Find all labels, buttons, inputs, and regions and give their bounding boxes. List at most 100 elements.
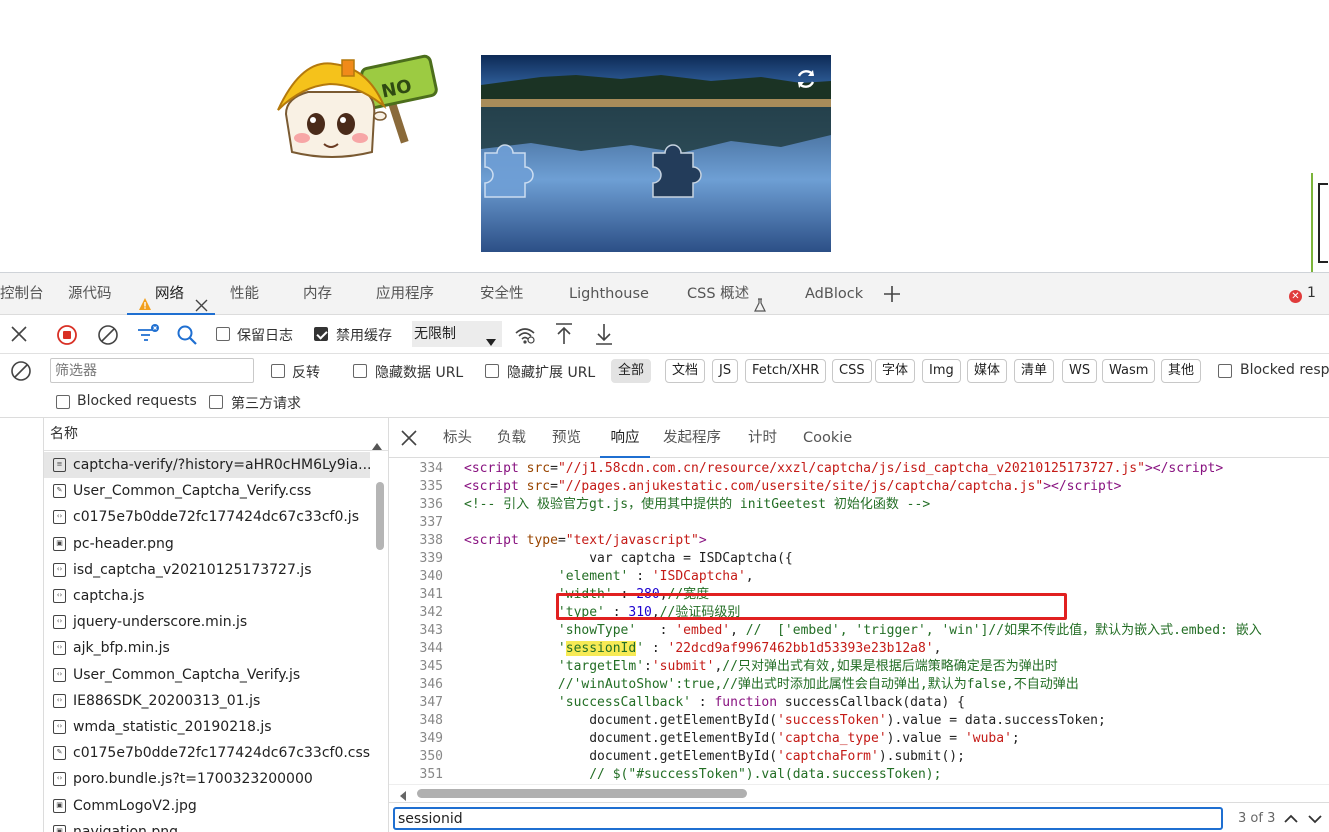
request-row[interactable]: ✎ c0175e7b0dde72fc177424dc67c33cf0.css [44, 740, 370, 766]
error-icon[interactable]: ✕ [1289, 290, 1302, 303]
close-icon[interactable] [195, 287, 208, 312]
tab-security[interactable]: 安全性 [480, 273, 524, 315]
tab-css-overview[interactable]: CSS 概述 [687, 273, 766, 315]
network-conditions-wifi-icon[interactable] [514, 325, 536, 345]
clear-icon[interactable] [97, 324, 119, 346]
filter-icon[interactable] [136, 323, 160, 345]
request-row[interactable]: ‹› isd_captcha_v20210125173727.js [44, 557, 370, 583]
filter-type-doc[interactable]: 文档 [665, 359, 706, 383]
request-row[interactable]: ‹› ajk_bfp.min.js [44, 635, 370, 661]
page-edge-widget [1311, 173, 1329, 272]
tab-lighthouse[interactable]: Lighthouse [569, 273, 649, 315]
code-line: 'sessionId' : '22dcd9af9967462bb1d53393e… [557, 641, 942, 656]
export-har-download-icon[interactable] [595, 323, 613, 345]
js-file-icon: ‹› [53, 615, 66, 630]
filter-type-media[interactable]: 媒体 [967, 359, 1008, 383]
blocked-response-cookies-checkbox[interactable] [1218, 364, 1232, 378]
stop-recording-icon[interactable] [56, 324, 78, 346]
filter-type-all[interactable]: 全部 [611, 359, 652, 383]
request-name: jquery-underscore.min.js [73, 614, 248, 631]
line-number: 351 [419, 767, 443, 782]
error-count[interactable]: 1 [1307, 285, 1316, 301]
request-row[interactable]: ▣ navigation.png [44, 819, 370, 832]
scroll-left-icon[interactable] [399, 789, 407, 801]
hide-data-urls-checkbox[interactable] [353, 364, 367, 378]
code-line: <script src="//pages.anjukestatic.com/us… [464, 479, 1122, 494]
tab-console[interactable]: 控制台 [0, 273, 44, 315]
filter-type-ws[interactable]: WS [1062, 359, 1098, 383]
filter-type-css[interactable]: CSS [832, 359, 872, 383]
search-input[interactable] [393, 807, 1223, 830]
tab-headers[interactable]: 标头 [443, 418, 472, 458]
filter-type-fetch-xhr[interactable]: Fetch/XHR [745, 359, 827, 383]
code-line: 'element' : 'ISDCaptcha', [557, 569, 754, 584]
tab-cookies[interactable]: Cookie [803, 418, 852, 458]
previous-match-chevron-up-icon[interactable] [1282, 810, 1300, 828]
close-drawer-icon[interactable] [10, 325, 28, 343]
next-match-chevron-down-icon[interactable] [1306, 810, 1324, 828]
request-row[interactable]: ‹› wmda_statistic_20190218.js [44, 714, 370, 740]
js-file-icon: ‹› [53, 510, 66, 525]
request-row[interactable]: ‹› poro.bundle.js?t=1700323200000 [44, 766, 370, 792]
tab-adblock[interactable]: AdBlock [805, 273, 863, 315]
block-requests-icon[interactable] [10, 360, 32, 382]
filter-type-manifest[interactable]: 清单 [1014, 359, 1055, 383]
preserve-log-checkbox[interactable] [216, 327, 230, 341]
code-line: document.getElementById('captcha_type').… [464, 731, 1020, 746]
request-row[interactable]: ▣ CommLogoV2.jpg [44, 793, 370, 819]
request-list-header[interactable]: 名称 [44, 418, 388, 451]
line-number: 347 [419, 695, 443, 710]
request-row[interactable]: ‹› IE886SDK_20200313_01.js [44, 688, 370, 714]
close-detail-icon[interactable] [401, 430, 417, 446]
add-tab-plus-icon[interactable] [883, 285, 901, 303]
line-number: 334 [419, 461, 443, 476]
request-row[interactable]: ‹› c0175e7b0dde72fc177424dc67c33cf0.js [44, 504, 370, 530]
js-file-icon: ‹› [53, 693, 66, 708]
request-row[interactable]: ‹› jquery-underscore.min.js [44, 609, 370, 635]
request-row[interactable]: ✎ User_Common_Captcha_Verify.css [44, 478, 370, 504]
filter-type-img[interactable]: Img [922, 359, 961, 383]
throttling-select[interactable]: 无限制 [412, 321, 502, 347]
sort-up-icon[interactable] [372, 430, 382, 450]
request-row[interactable]: ‹› User_Common_Captcha_Verify.js [44, 662, 370, 688]
tab-memory[interactable]: 内存 [303, 273, 332, 315]
code-horizontal-scrollbar[interactable] [389, 784, 1329, 802]
tab-response[interactable]: 响应 [600, 418, 650, 458]
tab-network[interactable]: 网络 [127, 273, 215, 315]
response-code-view[interactable]: 334 <script src="//j1.58cdn.com.cn/resour… [389, 459, 1329, 783]
tab-css-overview-label: CSS 概述 [687, 286, 750, 302]
line-number: 344 [419, 641, 443, 656]
filter-type-font[interactable]: 字体 [875, 359, 916, 383]
hide-extension-urls-checkbox[interactable] [485, 364, 499, 378]
tab-application[interactable]: 应用程序 [376, 273, 434, 315]
filter-type-js[interactable]: JS [712, 359, 739, 383]
js-file-icon: ‹› [53, 589, 66, 603]
captcha-refresh-icon[interactable] [793, 66, 819, 92]
import-har-upload-icon[interactable] [555, 323, 573, 345]
scrollbar-thumb[interactable] [376, 482, 384, 550]
tab-initiator[interactable]: 发起程序 [663, 418, 721, 458]
line-number: 341 [419, 587, 443, 602]
tab-performance[interactable]: 性能 [230, 273, 259, 315]
slider-captcha-image[interactable] [481, 55, 831, 252]
request-row[interactable]: ‹› captcha.js [44, 583, 370, 609]
tab-timing[interactable]: 计时 [748, 418, 777, 458]
tab-payload[interactable]: 负载 [497, 418, 526, 458]
filter-input[interactable] [50, 358, 254, 383]
tab-sources[interactable]: 源代码 [68, 273, 112, 315]
request-row[interactable]: ≡ captcha-verify/?history=aHR0cHM6Ly9ia..… [44, 452, 370, 478]
blocked-requests-checkbox[interactable] [56, 395, 70, 409]
scrollbar-thumb[interactable] [417, 789, 747, 798]
disable-cache-checkbox[interactable] [314, 327, 328, 341]
tab-preview[interactable]: 预览 [552, 418, 581, 458]
line-number: 340 [419, 569, 443, 584]
invert-checkbox[interactable] [271, 364, 285, 378]
detail-tab-bar: 标头 负载 预览 响应 发起程序 计时 Cookie [389, 418, 1329, 458]
search-icon[interactable] [176, 324, 198, 346]
filter-type-other[interactable]: 其他 [1161, 359, 1202, 383]
request-row[interactable]: ▣ pc-header.png [44, 531, 370, 557]
line-number: 348 [419, 713, 443, 728]
request-list-scrollbar[interactable] [372, 452, 388, 832]
third-party-requests-checkbox[interactable] [209, 395, 223, 409]
filter-type-wasm[interactable]: Wasm [1102, 359, 1156, 383]
